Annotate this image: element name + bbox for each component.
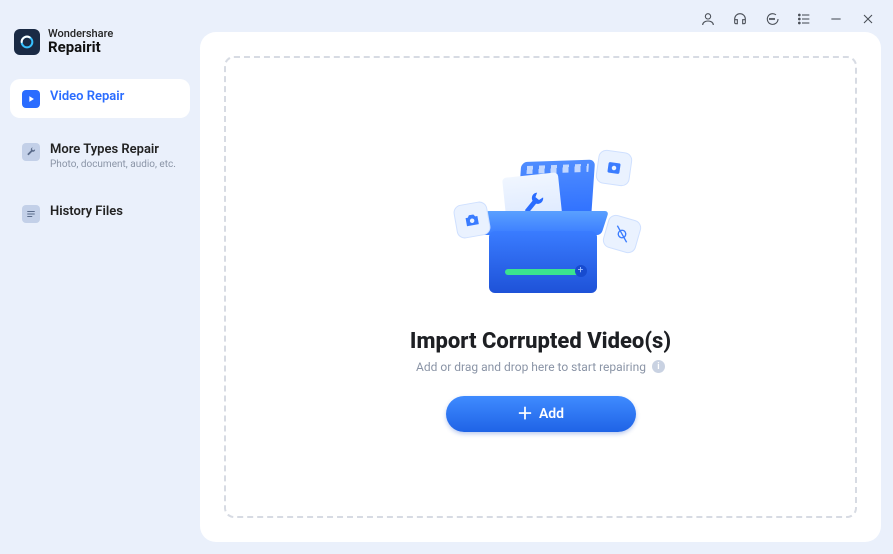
subline-text: Add or drag and drop here to start repai…: [416, 360, 646, 374]
account-icon[interactable]: [699, 10, 717, 28]
bug-icon: [600, 212, 642, 254]
sidebar-item-label: History Files: [50, 204, 123, 219]
camera-icon: [452, 200, 491, 239]
subline: Add or drag and drop here to start repai…: [416, 360, 665, 374]
sidebar-item-more-types[interactable]: More Types Repair Photo, document, audio…: [10, 132, 190, 180]
add-button-label: Add: [539, 406, 564, 422]
sidebar-item-video-repair[interactable]: Video Repair: [10, 79, 190, 118]
sidebar-item-sublabel: Photo, document, audio, etc.: [50, 159, 176, 170]
drawer-icon: +: [489, 211, 597, 293]
sidebar-item-label: More Types Repair: [50, 142, 176, 157]
add-button[interactable]: ＋ Add: [446, 396, 636, 432]
brand-icon: [14, 29, 40, 55]
headline: Import Corrupted Video(s): [410, 329, 671, 354]
sidebar-item-label: Video Repair: [50, 89, 124, 104]
minimize-icon[interactable]: [827, 10, 845, 28]
wrench-icon: [22, 143, 40, 161]
main: + Import Corrupted Video(s) Add or drag …: [200, 0, 893, 554]
sidebar-item-history[interactable]: History Files: [10, 194, 190, 233]
content-card: + Import Corrupted Video(s) Add or drag …: [200, 32, 881, 542]
plus-icon: ＋: [517, 406, 533, 422]
illustration: +: [441, 143, 641, 313]
feedback-icon[interactable]: [763, 10, 781, 28]
brand: Wondershare Repairit: [10, 28, 190, 79]
menu-icon[interactable]: [795, 10, 813, 28]
play-icon: [22, 90, 40, 108]
list-icon: [22, 205, 40, 223]
photo-icon: [594, 148, 632, 186]
titlebar: [200, 0, 893, 32]
info-icon[interactable]: i: [652, 360, 665, 373]
close-icon[interactable]: [859, 10, 877, 28]
support-icon[interactable]: [731, 10, 749, 28]
brand-name-large: Repairit: [48, 40, 113, 56]
dropzone[interactable]: + Import Corrupted Video(s) Add or drag …: [224, 56, 857, 518]
sidebar: Wondershare Repairit Video Repair More T…: [0, 0, 200, 554]
brand-text: Wondershare Repairit: [48, 28, 113, 55]
